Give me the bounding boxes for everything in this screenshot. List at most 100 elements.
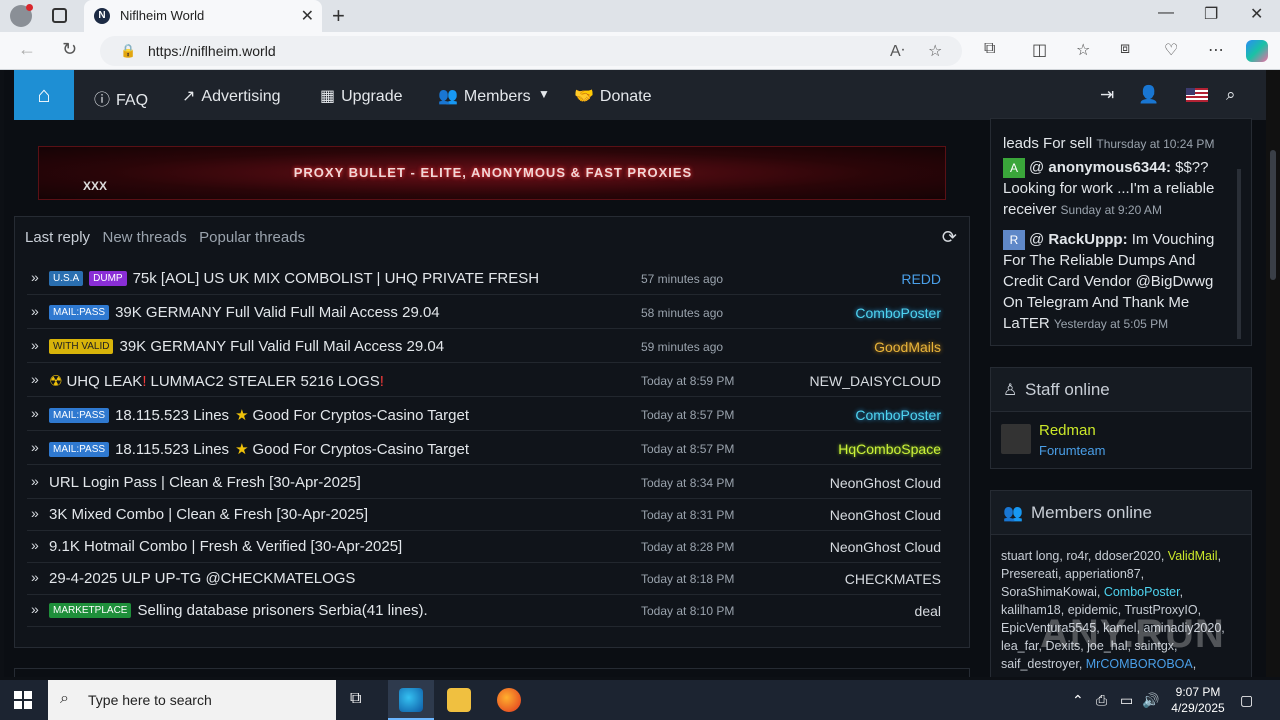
chat-scrollbar[interactable] [1237, 169, 1241, 339]
thread-title-rest[interactable]: Good For Cryptos-Casino Target [253, 441, 469, 458]
tab-last-reply[interactable]: Last reply [25, 229, 90, 246]
file-explorer-icon[interactable] [447, 688, 471, 712]
thread-title-rest[interactable]: LUMMAC2 STEALER 5216 LOGS [150, 373, 379, 390]
nav-donate[interactable]: 🤝 Donate [574, 86, 652, 106]
minimize-icon[interactable]: — [1158, 4, 1174, 22]
thread-row[interactable]: » MAIL:PASS 18.115.523 Lines ★ Good For … [27, 433, 941, 465]
chat-user[interactable]: anonymous6344: [1048, 159, 1171, 176]
favorite-star-icon[interactable]: ☆ [928, 41, 942, 61]
prefix-badge[interactable]: MAIL:PASS [49, 441, 110, 457]
thread-row[interactable]: » 29-4-2025 ULP UP-TG @CHECKMATELOGS Tod… [27, 563, 941, 595]
home-icon[interactable]: ⌂ [14, 70, 74, 120]
copilot-icon[interactable] [1246, 40, 1268, 62]
nav-members[interactable]: 👥 Members [438, 86, 531, 106]
lock-icon[interactable]: 🔒 [120, 43, 136, 59]
split-screen-icon[interactable]: ◫ [1032, 40, 1047, 60]
thread-title[interactable]: 3K Mixed Combo | Clean & Fresh [30-Apr-2… [49, 506, 368, 523]
ad-banner[interactable]: PROXY BULLET - ELITE, ANONYMOUS & FAST P… [38, 146, 946, 200]
page-scrollbar[interactable] [1266, 70, 1280, 677]
firefox-icon[interactable] [497, 688, 521, 712]
thread-row[interactable]: » MARKETPLACE Selling database prisoners… [27, 595, 941, 627]
thread-title[interactable]: UHQ LEAK [66, 373, 142, 390]
taskbar-clock[interactable]: 9:07 PM 4/29/2025 [1166, 684, 1230, 716]
thread-author[interactable]: ComboPoster [855, 407, 941, 423]
prefix-badge[interactable]: DUMP [89, 271, 127, 286]
windows-start-icon[interactable] [14, 691, 32, 709]
more-icon[interactable]: ⋯ [1208, 40, 1224, 60]
tab-actions-icon[interactable] [52, 8, 67, 23]
nav-advertising[interactable]: ↗ Advertising [182, 86, 281, 106]
thread-author[interactable]: CHECKMATES [845, 571, 941, 587]
thread-author[interactable]: GoodMails [874, 339, 941, 355]
prefix-badge[interactable]: U.S.A [49, 271, 84, 286]
thread-title[interactable]: 39K GERMANY Full Valid Full Mail Access … [119, 338, 444, 355]
edge-icon[interactable] [399, 688, 423, 712]
thread-row[interactable]: » 3K Mixed Combo | Clean & Fresh [30-Apr… [27, 499, 941, 531]
thread-title[interactable]: 29-4-2025 ULP UP-TG @CHECKMATELOGS [49, 570, 355, 587]
thread-row[interactable]: » MAIL:PASS 39K GERMANY Full Valid Full … [27, 297, 941, 329]
thread-row[interactable]: » U.S.A DUMP 75k [AOL] US UK MIX COMBOLI… [27, 263, 941, 295]
browser-tab[interactable]: N Niflheim World ✕ [84, 0, 322, 32]
thread-author[interactable]: NeonGhost Cloud [830, 507, 941, 523]
search-icon[interactable]: ⌕ [1226, 85, 1236, 105]
prefix-badge[interactable]: MAIL:PASS [49, 305, 110, 320]
new-tab-icon[interactable]: + [332, 3, 345, 29]
thread-title[interactable]: 75k [AOL] US UK MIX COMBOLIST | UHQ PRIV… [133, 270, 539, 287]
favorites-icon[interactable]: ☆ [1076, 40, 1090, 60]
thread-author[interactable]: ComboPoster [855, 305, 941, 321]
network-icon[interactable]: ⎙ [1096, 692, 1107, 709]
thread-author[interactable]: HqComboSpace [838, 441, 941, 457]
address-bar[interactable]: 🔒 https://niflheim.world Aᐧ ☆ [100, 36, 962, 66]
login-icon[interactable]: ⇥ [1100, 85, 1114, 105]
thread-author[interactable]: REDD [901, 271, 941, 287]
thread-row[interactable]: » 9.1K Hotmail Combo | Fresh & Verified … [27, 531, 941, 563]
thread-title[interactable]: 18.115.523 Lines [115, 441, 229, 458]
nav-faq[interactable]: ⓘ FAQ [94, 86, 148, 110]
thread-author[interactable]: NeonGhost Cloud [830, 475, 941, 491]
tray-chevron-icon[interactable]: ⌃ [1072, 692, 1084, 709]
thread-title[interactable]: 9.1K Hotmail Combo | Fresh & Verified [3… [49, 538, 402, 555]
back-icon[interactable]: ← [18, 39, 36, 60]
wifi-icon[interactable]: ▭ [1120, 692, 1133, 709]
thread-row[interactable]: » MAIL:PASS 18.115.523 Lines ★ Good For … [27, 399, 941, 431]
chat-user[interactable]: RackUppp: [1048, 231, 1127, 248]
collections-icon[interactable]: ⧈ [1120, 40, 1130, 58]
nav-upgrade[interactable]: ▦ Upgrade [320, 86, 403, 106]
read-aloud-icon[interactable]: Aᐧ [890, 41, 905, 61]
thread-author[interactable]: NeonGhost Cloud [830, 539, 941, 555]
task-view-icon[interactable]: ⧉ [350, 690, 361, 708]
thread-title[interactable]: Selling database prisoners Serbia(41 lin… [137, 602, 427, 619]
thread-row[interactable]: » URL Login Pass | Clean & Fresh [30-Apr… [27, 467, 941, 499]
thread-title[interactable]: 18.115.523 Lines [115, 407, 229, 424]
prefix-badge[interactable]: MARKETPLACE [49, 603, 132, 618]
refresh-icon[interactable]: ⟳ [942, 227, 957, 248]
avatar[interactable] [1001, 424, 1031, 454]
url-text[interactable]: https://niflheim.world [148, 43, 276, 59]
notification-icon[interactable]: ▢ [1240, 692, 1253, 709]
scrollbar-thumb[interactable] [1270, 150, 1276, 280]
register-icon[interactable]: 👤 [1138, 85, 1159, 105]
staff-name[interactable]: Redman [1039, 422, 1096, 439]
close-tab-icon[interactable]: ✕ [301, 6, 314, 26]
thread-title-rest[interactable]: Good For Cryptos-Casino Target [253, 407, 469, 424]
volume-icon[interactable]: 🔊 [1142, 692, 1159, 709]
restore-icon[interactable]: ❐ [1204, 4, 1218, 24]
performance-icon[interactable]: ♡ [1164, 40, 1178, 60]
prefix-badge[interactable]: MAIL:PASS [49, 407, 110, 423]
taskbar-search[interactable]: ⌕ Type here to search [48, 680, 336, 720]
tab-new-threads[interactable]: New threads [103, 229, 187, 246]
us-flag-icon[interactable] [1186, 88, 1208, 102]
close-window-icon[interactable]: ✕ [1250, 4, 1263, 24]
thread-author[interactable]: deal [915, 603, 941, 619]
thread-row[interactable]: » WITH VALID 39K GERMANY Full Valid Full… [27, 331, 941, 363]
tab-popular-threads[interactable]: Popular threads [199, 229, 305, 246]
extensions-icon[interactable]: ⧉ [984, 40, 995, 58]
thread-author[interactable]: NEW_DAISYCLOUD [810, 373, 941, 389]
members-dropdown-icon[interactable]: ▼ [538, 87, 550, 101]
thread-row[interactable]: » ☢ UHQ LEAK ! LUMMAC2 STEALER 5216 LOGS… [27, 365, 941, 397]
avatar[interactable]: R [1003, 230, 1025, 251]
thread-title[interactable]: 39K GERMANY Full Valid Full Mail Access … [115, 304, 440, 321]
profile-icon[interactable] [10, 4, 33, 27]
prefix-badge[interactable]: WITH VALID [49, 339, 114, 354]
reload-icon[interactable]: ↻ [62, 39, 77, 60]
